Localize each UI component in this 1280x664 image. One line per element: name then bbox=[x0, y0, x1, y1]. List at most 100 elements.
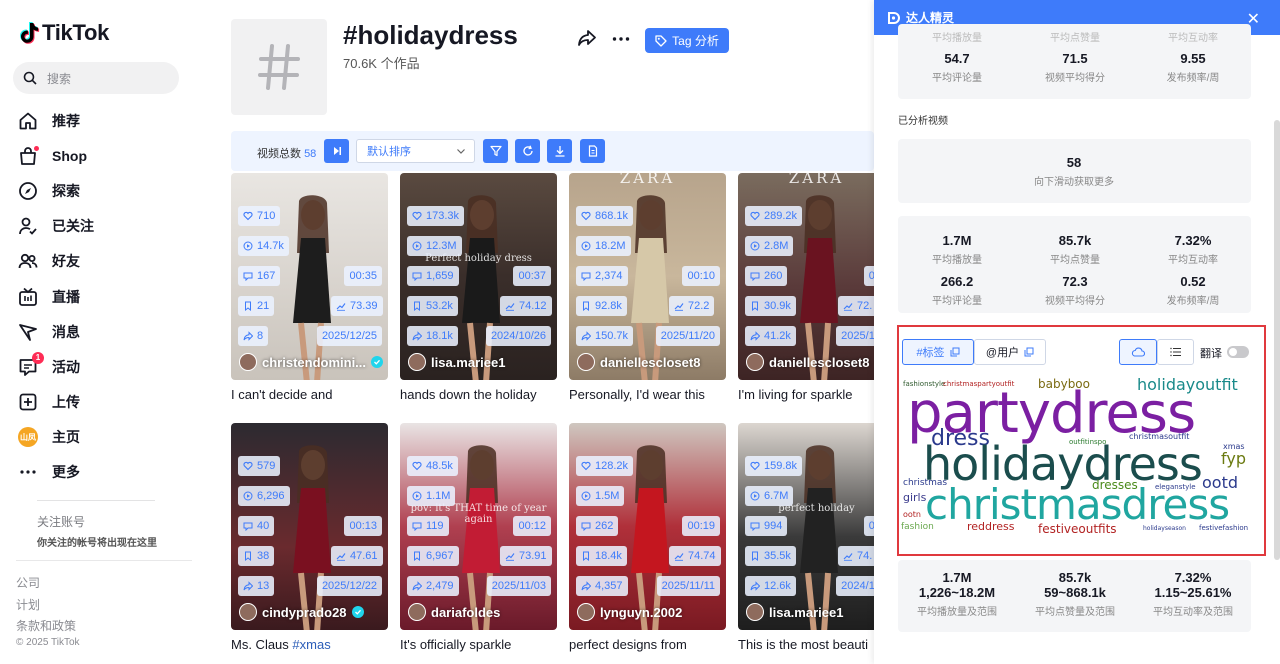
tab-hashtags[interactable]: #标签 bbox=[902, 339, 974, 365]
video-card[interactable]: pov: it's THAT time of year again 48.5k 1.… bbox=[400, 423, 557, 652]
author-name: cindyprado28 bbox=[262, 604, 347, 620]
refresh-button[interactable] bbox=[515, 139, 540, 163]
comments-stat-value: 2,374 bbox=[595, 270, 623, 282]
author-tag[interactable]: lisa.mariee1 bbox=[746, 603, 843, 621]
video-thumbnail[interactable]: ZARA 289.2k 2.8M 260 00: 30.9k 72. 41.2k 2025/12… bbox=[738, 173, 874, 380]
nav-label: Shop bbox=[52, 147, 87, 164]
score-stat-value: 74. bbox=[857, 550, 873, 562]
nav-item-more[interactable]: 更多 bbox=[18, 455, 94, 490]
export-button[interactable] bbox=[580, 139, 605, 163]
play-icon bbox=[750, 491, 760, 501]
video-caption[interactable]: perfect designs from bbox=[569, 637, 726, 652]
person-silhouette bbox=[293, 445, 331, 630]
list-icon bbox=[1169, 347, 1181, 357]
publish-date-value: 2025/12/22 bbox=[321, 580, 377, 592]
video-card[interactable]: 128.2k 1.5M 262 00:19 18.4k 74.74 4,357 2025/11… bbox=[569, 423, 726, 652]
video-caption[interactable]: I'm living for sparkle bbox=[738, 387, 874, 402]
nav-item-friends[interactable]: 好友 bbox=[18, 244, 94, 279]
duration-badge: 00: bbox=[863, 266, 874, 286]
duration-value: 00:19 bbox=[687, 520, 715, 532]
video-card[interactable]: 579 6,296 40 00:13 38 47.61 13 2025/12/22 cindyp… bbox=[231, 423, 388, 652]
video-card[interactable]: ZARA 289.2k 2.8M 260 00: 30.9k 72. 41.2k 2025/12… bbox=[738, 173, 874, 402]
author-tag[interactable]: lynguyn.2002 bbox=[577, 603, 682, 621]
nav-item-home[interactable]: 推荐 bbox=[18, 103, 94, 138]
video-thumbnail[interactable]: Perfect holiday dress 173.3k 12.3M 1,659 00:… bbox=[400, 173, 557, 380]
footer-link-program[interactable]: 计划 bbox=[16, 595, 76, 617]
caption-hashtag[interactable]: #xmas bbox=[292, 637, 330, 652]
nav-item-live[interactable]: 直播 bbox=[18, 279, 94, 314]
footer-link-company[interactable]: 公司 bbox=[16, 573, 76, 595]
video-thumbnail[interactable]: pov: it's THAT time of year again 48.5k 1.… bbox=[400, 423, 557, 630]
panel-scrollbar[interactable] bbox=[1274, 120, 1280, 560]
author-tag[interactable]: christendomini... bbox=[239, 353, 384, 371]
video-thumbnail[interactable]: ZARA 868.1k 18.2M 2,374 00:10 92.8k 72.2 150.7k… bbox=[569, 173, 726, 380]
filter-icon bbox=[489, 145, 502, 157]
more-options-icon[interactable] bbox=[611, 29, 631, 54]
sort-select[interactable]: 默认排序 bbox=[356, 139, 475, 163]
video-card[interactable]: 710 14.7k 167 00:35 21 73.39 8 2025/12/25 christ… bbox=[231, 173, 388, 402]
translate-toggle[interactable] bbox=[1227, 346, 1249, 358]
duration-value: 00:35 bbox=[349, 270, 377, 282]
nav-item-upload[interactable]: 上传 bbox=[18, 385, 94, 420]
search-input[interactable]: 搜索 bbox=[13, 62, 179, 94]
video-card[interactable]: perfect holiday159.8k6.7M99400:35.5k74.1… bbox=[738, 423, 874, 652]
likes-stat-value: 579 bbox=[257, 460, 276, 472]
nav-item-shop[interactable]: Shop bbox=[18, 138, 94, 173]
stat-likes-range: 85.7k 59~868.1k 平均点赞量及范围 bbox=[1016, 570, 1134, 618]
play-button[interactable] bbox=[324, 139, 349, 163]
video-thumbnail[interactable]: perfect holiday159.8k6.7M99400:35.5k74.1… bbox=[738, 423, 874, 630]
tab-users[interactable]: @用户 bbox=[974, 339, 1046, 365]
video-card[interactable]: ZARA 868.1k 18.2M 2,374 00:10 92.8k 72.2 150.7k… bbox=[569, 173, 726, 402]
trend-icon bbox=[843, 551, 853, 561]
video-card[interactable]: Perfect holiday dress 173.3k 12.3M 1,659 00:… bbox=[400, 173, 557, 402]
more-icon bbox=[18, 462, 38, 482]
video-caption[interactable]: This is the most beauti bbox=[738, 637, 874, 652]
author-tag[interactable]: lisa.mariee1 bbox=[408, 353, 505, 371]
filter-button[interactable] bbox=[483, 139, 508, 163]
heart-icon bbox=[412, 211, 422, 221]
plays-stat-value: 1.1M bbox=[426, 490, 451, 502]
score-stat-value: 72.2 bbox=[688, 300, 710, 312]
shares-stat: 18.1k bbox=[407, 326, 458, 346]
trend-icon bbox=[336, 551, 346, 561]
cloud-view-button[interactable] bbox=[1119, 339, 1157, 365]
score-stat-value: 73.39 bbox=[350, 300, 378, 312]
nav-item-profile[interactable]: 山凤 主页 bbox=[18, 420, 94, 455]
page-title: #holidaydress bbox=[343, 20, 518, 50]
duration-badge: 00:13 bbox=[344, 516, 382, 536]
video-thumbnail[interactable]: 710 14.7k 167 00:35 21 73.39 8 2025/12/25 christ… bbox=[231, 173, 388, 380]
video-thumbnail[interactable]: 128.2k 1.5M 262 00:19 18.4k 74.74 4,357 2025/11… bbox=[569, 423, 726, 630]
tag-icon bbox=[655, 34, 667, 47]
author-tag[interactable]: daniellescloset8 bbox=[746, 353, 869, 371]
video-thumbnail[interactable]: 579 6,296 40 00:13 38 47.61 13 2025/12/22 cindyp… bbox=[231, 423, 388, 630]
video-caption[interactable]: Ms. Claus #xmas bbox=[231, 637, 388, 652]
analyzed-count-box[interactable]: 58 向下滑动获取更多 bbox=[898, 139, 1251, 203]
author-tag[interactable]: cindyprado28 bbox=[239, 603, 364, 621]
nav-label: 主页 bbox=[52, 429, 80, 446]
author-name: daniellescloset8 bbox=[769, 354, 870, 370]
nav-label: 已关注 bbox=[52, 218, 94, 235]
tiktok-logo[interactable]: TikTok bbox=[18, 20, 109, 46]
tag-analysis-button[interactable]: Tag 分析 bbox=[645, 28, 729, 53]
nav-item-following[interactable]: 已关注 bbox=[18, 209, 94, 244]
comments-stat: 260 bbox=[745, 266, 788, 286]
video-caption[interactable]: hands down the holiday bbox=[400, 387, 557, 402]
download-button[interactable] bbox=[547, 139, 572, 163]
list-view-button[interactable] bbox=[1157, 339, 1194, 365]
comment-icon bbox=[412, 521, 422, 531]
share-icon[interactable] bbox=[577, 28, 597, 53]
nav-item-messages[interactable]: 消息 bbox=[18, 314, 94, 349]
video-caption[interactable]: Personally, I'd wear this bbox=[569, 387, 726, 402]
video-caption[interactable]: It's officially sparkle bbox=[400, 637, 557, 652]
nav-item-activity[interactable]: 1 活动 bbox=[18, 349, 94, 384]
nav-item-explore[interactable]: 探索 bbox=[18, 173, 94, 208]
comments-stat-value: 167 bbox=[257, 270, 276, 282]
author-tag[interactable]: dariafoldes bbox=[408, 603, 500, 621]
play-icon bbox=[581, 241, 591, 251]
wordcloud-word: outfitinspo bbox=[1069, 438, 1107, 446]
saves-stat: 92.8k bbox=[576, 296, 627, 316]
video-caption[interactable]: I can't decide and bbox=[231, 387, 388, 402]
footer-link-terms[interactable]: 条款和政策 bbox=[16, 616, 76, 638]
author-tag[interactable]: daniellescloset8 bbox=[577, 353, 700, 371]
saves-stat-value: 30.9k bbox=[764, 300, 791, 312]
